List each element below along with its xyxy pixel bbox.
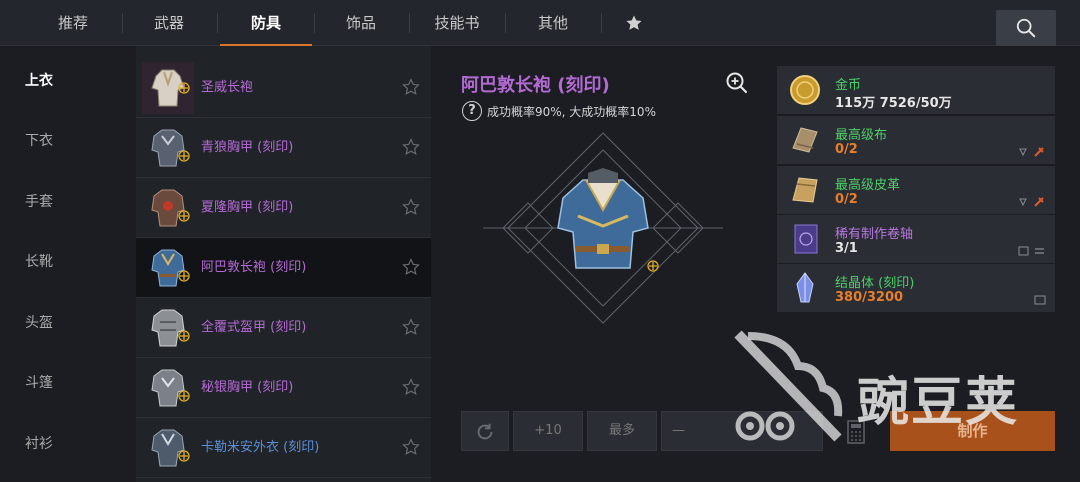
item-name: 全覆式盔甲 (刻印) (201, 320, 307, 335)
cloth-icon (792, 127, 818, 153)
reset-button[interactable] (461, 411, 509, 451)
material-count: 3/1 (835, 241, 858, 256)
list-item[interactable]: 卡勒米安外衣 (刻印) (136, 418, 431, 478)
favorite-star-icon[interactable] (402, 378, 420, 396)
item-preview (483, 132, 723, 324)
tab-skillbook[interactable]: 技能书 (412, 0, 502, 46)
source-icons[interactable] (1017, 146, 1047, 158)
crystal-icon (796, 272, 814, 303)
plus-ten-button[interactable]: +10 (513, 411, 583, 451)
material-name: 结晶体 (刻印) (835, 276, 915, 291)
watermark-text: 豌豆荚 (857, 373, 1020, 433)
list-item[interactable]: 圣威长袍 (136, 58, 431, 118)
refresh-icon (477, 423, 493, 440)
plate-armor-icon (151, 309, 185, 347)
category-bottom[interactable]: 下衣 (25, 130, 53, 150)
top-tab-bar: 推荐 武器 防具 饰品 技能书 其他 (0, 0, 1080, 46)
mithril-armor-icon (151, 369, 185, 407)
item-name: 圣威长袍 (201, 80, 254, 95)
tab-accessory[interactable]: 饰品 (316, 0, 406, 46)
search-button[interactable] (996, 10, 1056, 46)
shield-icon (178, 450, 190, 462)
tab-divider (122, 13, 123, 33)
category-helmet[interactable]: 头盔 (25, 312, 53, 332)
shield-icon (178, 270, 190, 282)
tab-divider (601, 13, 602, 33)
search-icon (1016, 18, 1036, 38)
material-count: 380/3200 (835, 290, 904, 305)
material-gold[interactable]: 金币 115万 7526/50万 (777, 66, 1055, 114)
favorite-star-icon[interactable] (402, 78, 420, 96)
category-cloak[interactable]: 斗篷 (25, 372, 53, 392)
list-item[interactable]: 青狼胸甲 (刻印) (136, 118, 431, 178)
robe-icon (557, 168, 649, 269)
material-name: 最高级布 (835, 128, 888, 143)
shield-icon (178, 150, 190, 162)
item-detail-title: 阿巴敦长袍 (刻印) (461, 75, 610, 96)
shield-icon (178, 330, 190, 342)
tab-weapon[interactable]: 武器 (124, 0, 214, 46)
tab-armor[interactable]: 防具 (220, 0, 312, 46)
success-probability: 成功概率90%, 大成功概率10% (487, 105, 656, 119)
favorite-star-icon[interactable] (402, 138, 420, 156)
list-item[interactable]: 夏隆胸甲 (刻印) (136, 178, 431, 238)
material-name: 稀有制作卷轴 (835, 227, 914, 242)
favorite-star-icon[interactable] (402, 198, 420, 216)
material-cloth[interactable]: 最高级布 0/2 (777, 116, 1055, 164)
item-name: 卡勒米安外衣 (刻印) (201, 440, 320, 455)
category-sidebar: 上衣 下衣 手套 长靴 头盔 斗篷 衬衫 (0, 46, 136, 482)
item-name: 夏隆胸甲 (刻印) (201, 200, 294, 215)
shield-icon (178, 82, 190, 94)
star-icon (626, 15, 642, 30)
source-icons[interactable] (1017, 245, 1047, 257)
material-name: 最高级皮革 (835, 178, 901, 193)
gold-coin-icon (790, 75, 820, 105)
category-shirt[interactable]: 衬衫 (25, 433, 53, 453)
material-scroll[interactable]: 稀有制作卷轴 3/1 (777, 215, 1055, 263)
item-list: 圣威长袍 青狼胸甲 (刻印) 夏隆胸甲 (刻印) 阿巴敦长袍 (刻印) 全覆式盔… (136, 46, 431, 482)
chest-armor-icon (151, 189, 185, 227)
scroll-icon (794, 224, 818, 254)
leather-icon (792, 177, 818, 203)
tab-favorites[interactable] (604, 0, 664, 46)
tab-recommend[interactable]: 推荐 (28, 0, 118, 46)
material-leather[interactable]: 最高级皮革 0/2 (777, 166, 1055, 214)
source-icons[interactable] (1033, 294, 1047, 306)
favorite-star-icon[interactable] (402, 438, 420, 456)
chest-armor-icon (151, 129, 185, 167)
coat-icon (151, 429, 185, 467)
tab-divider (314, 13, 315, 33)
shield-icon (178, 210, 190, 222)
robe-icon (151, 249, 185, 287)
tab-other[interactable]: 其他 (508, 0, 598, 46)
source-icons[interactable] (1017, 196, 1047, 208)
category-top[interactable]: 上衣 (25, 70, 53, 90)
item-name: 阿巴敦长袍 (刻印) (201, 260, 307, 275)
material-count: 0/2 (835, 142, 858, 157)
tab-divider (217, 13, 218, 33)
list-item[interactable]: 全覆式盔甲 (刻印) (136, 298, 431, 358)
favorite-star-icon[interactable] (402, 318, 420, 336)
tab-divider (505, 13, 506, 33)
material-count: 0/2 (835, 192, 858, 207)
category-gloves[interactable]: 手套 (25, 191, 53, 211)
zoom-in-icon[interactable] (725, 71, 749, 95)
material-crystal[interactable]: 结晶体 (刻印) 380/3200 (777, 264, 1055, 312)
item-name: 青狼胸甲 (刻印) (201, 140, 294, 155)
category-boots[interactable]: 长靴 (25, 251, 53, 271)
list-item-selected[interactable]: 阿巴敦长袍 (刻印) (136, 238, 431, 298)
help-icon[interactable]: ? (462, 101, 482, 121)
shield-icon (178, 390, 190, 402)
item-name: 秘银胸甲 (刻印) (201, 380, 294, 395)
list-item[interactable]: 秘银胸甲 (刻印) (136, 358, 431, 418)
favorite-star-icon[interactable] (402, 258, 420, 276)
max-button[interactable]: 最多 (587, 411, 657, 451)
tab-divider (409, 13, 410, 33)
material-count: 115万 7526/50万 (835, 96, 952, 111)
material-name: 金币 (835, 78, 862, 93)
